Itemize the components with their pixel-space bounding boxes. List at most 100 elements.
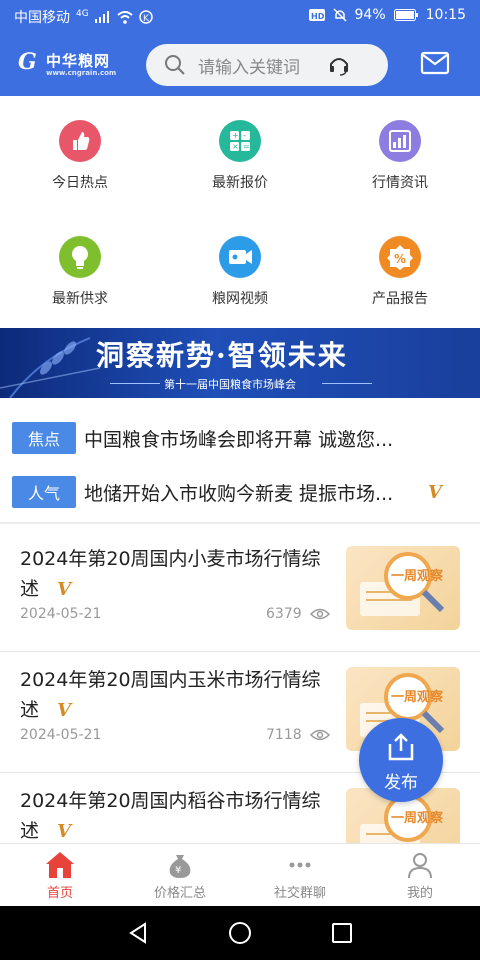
vip-mark: V <box>57 821 72 842</box>
system-nav-bar <box>0 906 480 960</box>
menu-item-product-report[interactable]: % 产品报告 <box>320 212 480 328</box>
home-icon <box>46 852 74 878</box>
headset-icon[interactable] <box>328 54 350 76</box>
row-divider <box>0 651 480 652</box>
menu-label: 产品报告 <box>372 291 428 307</box>
news-text: 中国粮食市场峰会即将开幕 诚邀您... <box>84 428 394 451</box>
news-tag: 人气 <box>12 476 76 508</box>
article-thumbnail: 一周观察 <box>346 546 460 630</box>
quick-menu-grid: 今日热点 + - × = 最新报价 行情资讯 最新供求 粮网视频 % 产品报告 <box>0 96 480 328</box>
banner-rule-left <box>110 383 160 384</box>
user-icon <box>408 853 432 879</box>
share-upload-icon <box>388 733 414 761</box>
hd-icon: HD <box>308 9 325 21</box>
tab-social-chat[interactable]: 社交群聊 <box>240 844 360 907</box>
search-bar[interactable]: 请输入关键词 <box>146 44 388 86</box>
mute-bell-icon <box>332 8 347 22</box>
svg-text:+: + <box>232 131 239 140</box>
vip-mark: V <box>57 579 72 600</box>
vip-mark: V <box>57 700 72 721</box>
menu-item-hot-today[interactable]: 今日热点 <box>0 96 160 212</box>
article-title: 2024年第20周国内小麦市场行情综述 V <box>20 548 321 600</box>
app-header: G 中华粮网 www.cngrain.com 请输入关键词 <box>0 32 480 96</box>
status-bar: 中国移动 4G K HD 94% 10:15 <box>0 0 480 32</box>
calculator-icon: + - × = <box>219 120 261 162</box>
tab-label: 首页 <box>46 886 73 901</box>
svg-text:×: × <box>232 142 239 151</box>
home-circle-icon[interactable] <box>228 921 252 945</box>
video-camera-icon <box>219 236 261 278</box>
view-count: 7118 <box>266 727 302 743</box>
article-item[interactable]: 2024年第20周国内小麦市场行情综述 V 2024-05-21 6379 一周… <box>0 534 480 655</box>
news-ticker: 焦点 中国粮食市场峰会即将开幕 诚邀您... 人气 地储开始入市收购今新麦 提振… <box>0 408 480 520</box>
news-item[interactable]: 人气 地储开始入市收购今新麦 提振市场... V <box>12 474 472 510</box>
news-text: 地储开始入市收购今新麦 提振市场... <box>84 482 394 505</box>
bottom-tab-bar: 首页 ¥ 价格汇总 社交群聊 我的 <box>0 843 480 906</box>
article-title: 2024年第20周国内玉米市场行情综述 V <box>20 669 321 721</box>
menu-item-video[interactable]: 粮网视频 <box>160 212 320 328</box>
menu-label: 粮网视频 <box>212 291 268 307</box>
lightbulb-icon <box>59 236 101 278</box>
clock: 10:15 <box>425 7 466 23</box>
news-item[interactable]: 焦点 中国粮食市场峰会即将开幕 诚邀您... <box>12 420 472 456</box>
article-views: 7118 <box>266 727 330 743</box>
eye-icon <box>309 729 330 741</box>
eye-icon <box>309 608 330 620</box>
svg-text:HD: HD <box>311 12 325 21</box>
back-icon[interactable] <box>127 922 149 944</box>
logo-text-en: www.cngrain.com <box>46 69 117 77</box>
promo-banner[interactable]: 洞察新势·智领未来 第十一届中国粮食市场峰会 <box>0 328 480 398</box>
network-label: 4G <box>76 9 89 19</box>
app-logo: G 中华粮网 www.cngrain.com <box>18 50 116 77</box>
banner-headline: 洞察新势·智领未来 <box>96 339 348 372</box>
tab-price-summary[interactable]: ¥ 价格汇总 <box>120 844 240 907</box>
vip-mark: V <box>428 481 442 503</box>
tab-label: 价格汇总 <box>153 886 206 901</box>
publish-label: 发布 <box>384 773 418 793</box>
carrier-label: 中国移动 <box>14 10 70 26</box>
menu-label: 最新报价 <box>212 175 268 191</box>
logo-g-icon: G <box>18 49 37 75</box>
battery-icon <box>393 9 418 21</box>
article-views: 6379 <box>266 606 330 622</box>
wifi-icon <box>117 10 133 24</box>
svg-text:一周观察: 一周观察 <box>391 810 444 826</box>
tab-mine[interactable]: 我的 <box>360 844 480 907</box>
bar-chart-icon <box>379 120 421 162</box>
tab-label: 社交群聊 <box>273 886 326 901</box>
tab-home[interactable]: 首页 <box>0 844 120 907</box>
menu-item-latest-quote[interactable]: + - × = 最新报价 <box>160 96 320 212</box>
svg-text:%: % <box>394 252 406 266</box>
svg-text:=: = <box>243 142 250 151</box>
svg-text:¥: ¥ <box>175 865 181 876</box>
menu-label: 今日热点 <box>52 175 108 191</box>
logo-text-cn: 中华粮网 <box>46 52 111 70</box>
section-divider <box>0 522 480 524</box>
publish-button[interactable]: 发布 <box>359 718 443 802</box>
menu-label: 行情资讯 <box>372 175 428 191</box>
search-placeholder: 请输入关键词 <box>198 57 300 78</box>
tab-label: 我的 <box>406 886 433 901</box>
menu-item-supply-demand[interactable]: 最新供求 <box>0 212 160 328</box>
thumbs-up-icon <box>59 120 101 162</box>
svg-text:-: - <box>243 131 246 140</box>
money-bag-icon: ¥ <box>169 855 191 878</box>
svg-text:一周观察: 一周观察 <box>391 689 444 705</box>
banner-subline: 第十一届中国粮食市场峰会 <box>164 378 296 391</box>
percent-badge-icon: % <box>379 236 421 278</box>
magnifier-illustration-icon: 一周观察 <box>360 552 445 616</box>
search-icon <box>165 55 185 75</box>
news-tag: 焦点 <box>12 422 76 454</box>
menu-label: 最新供求 <box>52 291 108 307</box>
banner-rule-right <box>322 383 372 384</box>
battery-percent: 94% <box>354 7 386 23</box>
article-date: 2024-05-21 <box>20 727 102 743</box>
wheat-decoration-icon <box>0 337 101 398</box>
recents-square-icon[interactable] <box>331 922 353 944</box>
mail-icon[interactable] <box>420 50 450 76</box>
article-title: 2024年第20周国内稻谷市场行情综述 V <box>20 790 321 842</box>
k-badge-icon: K <box>138 10 153 24</box>
view-count: 6379 <box>266 606 302 622</box>
svg-text:一周观察: 一周观察 <box>391 568 444 584</box>
menu-item-market-news[interactable]: 行情资讯 <box>320 96 480 212</box>
